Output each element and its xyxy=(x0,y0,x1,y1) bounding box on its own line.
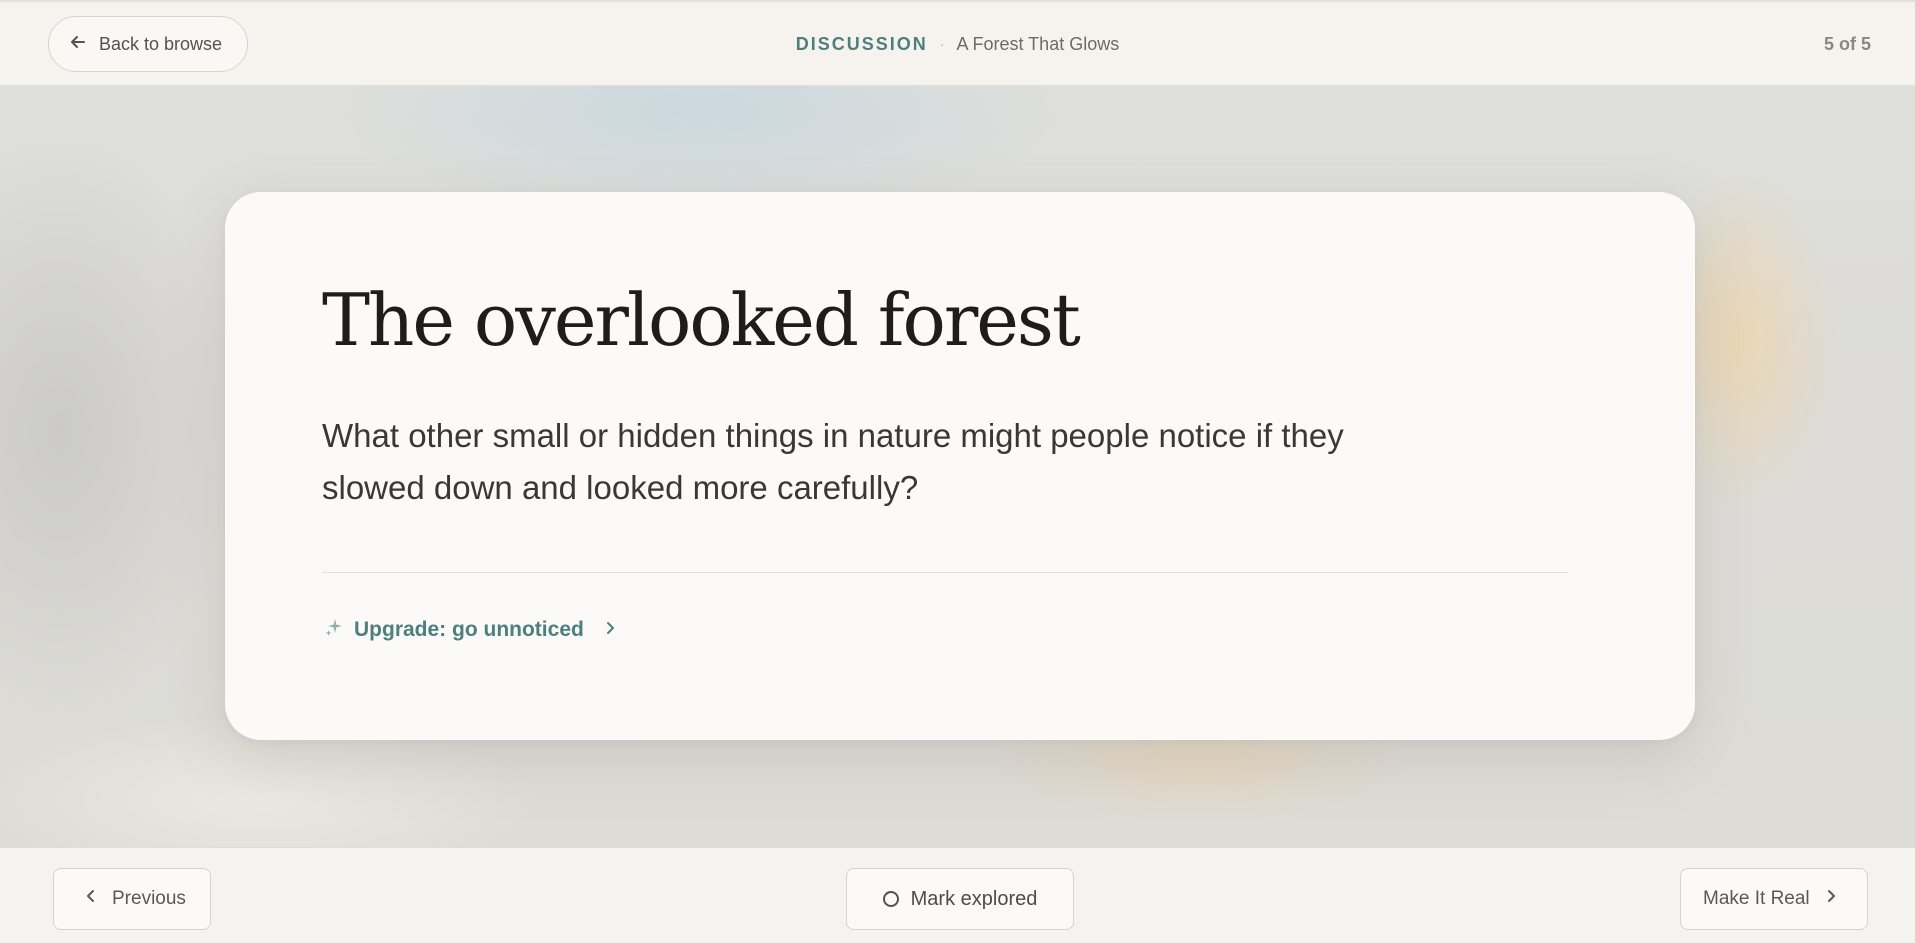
chevron-left-icon xyxy=(82,887,100,911)
breadcrumb-separator: · xyxy=(939,36,945,52)
mark-explored-button[interactable]: Mark explored xyxy=(846,868,1074,930)
make-it-real-label: Make It Real xyxy=(1703,888,1810,909)
discussion-card: The overlooked forest What other small o… xyxy=(225,192,1695,740)
mark-explored-label: Mark explored xyxy=(910,887,1038,910)
previous-button[interactable]: Previous xyxy=(53,868,211,930)
progress-counter: 5 of 5 xyxy=(1823,33,1871,54)
previous-label: Previous xyxy=(112,888,186,909)
discussion-question: What other small or hidden things in nat… xyxy=(322,417,1344,506)
upgrade-label: Upgrade: go unnoticed xyxy=(354,618,584,641)
breadcrumb: DISCUSSION · A Forest That Glows xyxy=(0,2,1915,86)
bottom-bar: Previous Mark explored Make It Real xyxy=(0,847,1915,943)
circle-icon xyxy=(882,891,899,907)
top-bar: Back to browse DISCUSSION · A Forest Tha… xyxy=(0,0,1915,86)
make-it-real-button[interactable]: Make It Real xyxy=(1680,868,1868,930)
card-divider xyxy=(322,572,1569,573)
upgrade-link[interactable]: Upgrade: go unnoticed xyxy=(324,610,618,650)
card-title: The overlooked forest xyxy=(322,278,1081,362)
sparkle-icon xyxy=(324,617,344,643)
chevron-right-icon xyxy=(1822,887,1840,911)
section-label: DISCUSSION xyxy=(795,33,928,54)
story-title: A Forest That Glows xyxy=(956,33,1120,54)
chevron-right-icon xyxy=(594,618,618,642)
